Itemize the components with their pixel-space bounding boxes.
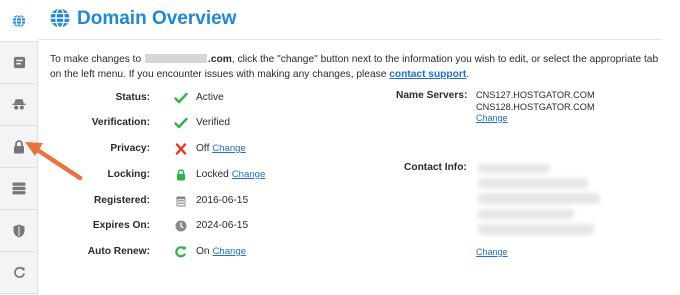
card-icon (13, 56, 25, 69)
pointer-arrow-icon (25, 142, 83, 181)
contact-support-link[interactable]: contact support (389, 69, 466, 80)
redacted-contact-line (478, 224, 594, 235)
page-title: Domain Overview (77, 8, 237, 29)
check-icon (174, 92, 188, 104)
refresh-icon (175, 246, 187, 258)
verification-row: Verification: Verified (60, 115, 390, 131)
check-icon (174, 117, 188, 129)
sidebar-item-privacy[interactable] (0, 84, 38, 126)
intro-text: To make changes to .com, click the "chan… (50, 52, 665, 82)
auto-renew-label: Auto Renew: (87, 246, 150, 257)
contact-info-label: Contact Info: (404, 162, 467, 173)
registered-label: Registered: (93, 195, 150, 206)
privacy-label: Privacy: (110, 143, 150, 154)
verification-label: Verification: (91, 117, 150, 128)
privacy-state: Off (196, 143, 210, 154)
incognito-icon (12, 99, 26, 110)
privacy-change-link[interactable]: Change (212, 143, 246, 154)
server-icon (12, 182, 26, 195)
globe-icon (12, 13, 26, 28)
locking-row: Locking: Locked Change (60, 167, 390, 183)
sidebar-item-overview[interactable] (0, 42, 38, 84)
name-server-2: CNS128.HOSTGATOR.COM (476, 101, 595, 112)
verification-value: Verified (196, 117, 230, 128)
auto-renew-value: On Change (196, 244, 246, 260)
status-row: Status: Active (60, 90, 390, 106)
refresh-icon (13, 266, 25, 278)
status-label: Status: (115, 92, 150, 103)
redacted-contact-line (478, 178, 588, 188)
expires-row: Expires On: 2024-06-15 (60, 218, 390, 234)
registered-row: Registered: 2016-06-15 (60, 193, 390, 209)
header-divider (38, 39, 662, 40)
contact-info-change-link[interactable]: Change (476, 247, 508, 257)
lock-icon (177, 169, 185, 181)
shield-icon (13, 224, 25, 237)
redacted-contact-line (478, 164, 550, 173)
status-value: Active (196, 92, 224, 103)
name-server-1: CNS127.HOSTGATOR.COM (476, 90, 595, 100)
name-servers-change-link[interactable]: Change (476, 113, 508, 123)
locking-label: Locking: (107, 169, 150, 180)
privacy-row: Privacy: Off Change (60, 141, 390, 157)
clock-icon (175, 220, 187, 232)
auto-renew-row: Auto Renew: On Change (60, 244, 390, 260)
intro-part2: , click the "change" button next to the … (50, 54, 659, 80)
globe-icon (50, 8, 70, 28)
intro-end: . (466, 69, 470, 80)
sidebar-item-renew[interactable] (0, 252, 38, 294)
sidebar-item-globe[interactable] (0, 0, 38, 42)
domain-suffix: .com (208, 54, 232, 65)
sidebar-item-security[interactable] (0, 210, 38, 252)
expires-value: 2024-06-15 (196, 220, 249, 231)
redacted-contact-line (478, 193, 600, 204)
calendar-icon (176, 196, 186, 207)
locking-value: Locked Change (196, 167, 265, 183)
auto-renew-change-link[interactable]: Change (212, 246, 246, 257)
auto-renew-state: On (196, 246, 210, 257)
registered-value: 2016-06-15 (196, 195, 249, 206)
name-servers-values: CNS127.HOSTGATOR.COM CNS128.HOSTGATOR.CO… (476, 90, 595, 125)
privacy-value: Off Change (196, 141, 246, 157)
intro-part1: To make changes to (50, 54, 142, 65)
expires-label: Expires On: (92, 220, 150, 231)
redacted-domain (145, 54, 208, 63)
name-servers-label: Name Servers: (396, 90, 468, 101)
redacted-contact-line (478, 209, 574, 219)
x-icon (175, 143, 187, 155)
locking-state: Locked (196, 169, 229, 180)
locking-change-link[interactable]: Change (232, 169, 266, 180)
